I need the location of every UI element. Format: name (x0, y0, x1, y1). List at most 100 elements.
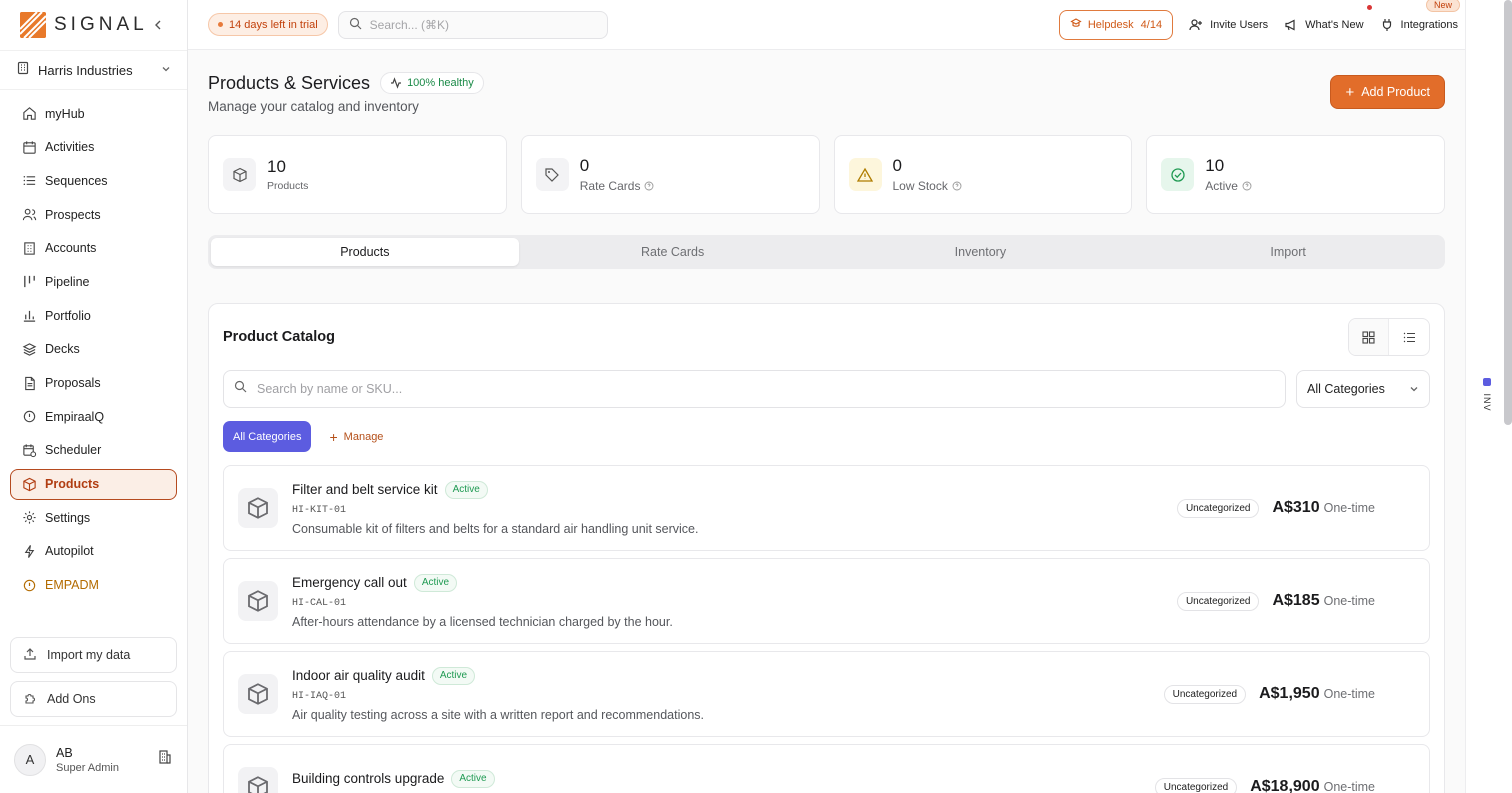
sidebar-item-scheduler[interactable]: Scheduler (10, 435, 177, 466)
grid-view-icon[interactable] (1349, 319, 1389, 355)
product-description: After-hours attendance by a licensed tec… (292, 614, 673, 629)
sidebar-item-portfolio[interactable]: Portfolio (10, 300, 177, 331)
sidebar-item-label: EmpiraalQ (45, 409, 105, 424)
page-heading: Products & Services 100% healthy Manage … (208, 72, 484, 114)
product-search[interactable] (223, 370, 1286, 408)
sidebar-item-label: Activities (45, 140, 95, 155)
package-icon (238, 674, 278, 714)
tab-rate-cards[interactable]: Rate Cards (519, 238, 827, 266)
whats-new-button[interactable]: What's New (1284, 4, 1372, 32)
category-badge: Uncategorized (1176, 498, 1260, 518)
integrations-button[interactable]: New Integrations (1380, 0, 1460, 32)
helpdesk-button[interactable]: Helpdesk 4/14 (1058, 9, 1174, 40)
page-content: Products & Services 100% healthy Manage … (188, 50, 1465, 793)
product-sku: HI-CAL-01 (292, 597, 347, 609)
sidebar-item-activities[interactable]: Activities (10, 132, 177, 163)
list-view-icon[interactable] (1389, 319, 1429, 355)
add-ons-button[interactable]: Add Ons (10, 681, 177, 717)
product-name: Indoor air quality audit (292, 668, 425, 683)
pipeline-icon (21, 274, 37, 290)
sidebar-item-products[interactable]: Products (10, 468, 177, 500)
sidebar-item-autopilot[interactable]: Autopilot (10, 536, 177, 567)
package-icon (238, 767, 278, 793)
sidebar-item-sequences[interactable]: Sequences (10, 165, 177, 196)
add-product-button[interactable]: + Add Product (1330, 75, 1445, 109)
product-row[interactable]: Emergency call out Active HI-CAL-01 After-h… (223, 558, 1430, 644)
org-name: Harris Industries (38, 62, 133, 78)
user-profile[interactable]: A AB Super Admin (0, 725, 187, 793)
product-row[interactable]: Indoor air quality audit Active HI-IAQ-01 A… (223, 651, 1430, 737)
home-icon (21, 106, 37, 122)
stat-label: Rate Cards (579, 179, 641, 193)
manage-categories-button[interactable]: + Manage (329, 430, 383, 444)
sidebar-nav: myHub Activities Sequences Prospects Account… (0, 90, 187, 637)
product-price: A$185 (1272, 592, 1320, 609)
import-data-button[interactable]: Import my data (10, 637, 177, 673)
sidebar-item-label: Products (45, 477, 100, 492)
trial-badge[interactable]: 14 days left in trial (208, 13, 328, 36)
product-row[interactable]: Building controls upgradeActiveHI-BMS-01… (223, 744, 1430, 793)
building-icon (21, 240, 37, 256)
stat-label-row: Rate Cards (580, 179, 655, 193)
sidebar-item-empadm[interactable]: EMPADM (10, 570, 177, 601)
tab-import[interactable]: Import (1134, 238, 1442, 266)
sidebar-item-pipeline[interactable]: Pipeline (10, 266, 177, 297)
stat-products: 10 Products (208, 135, 507, 214)
sidebar-item-prospects[interactable]: Prospects (10, 199, 177, 230)
sidebar-item-proposals[interactable]: Proposals (10, 368, 177, 399)
topbar: 14 days left in trial Helpdesk 4/14 (188, 0, 1512, 50)
sidebar-item-label: Scheduler (45, 443, 102, 458)
chip-all-categories[interactable]: All Categories (223, 421, 312, 452)
sidebar-item-accounts[interactable]: Accounts (10, 233, 177, 264)
sidebar-item-settings[interactable]: Settings (10, 502, 177, 533)
product-search-input[interactable] (257, 382, 1157, 396)
product-info: Indoor air quality audit Active HI-IAQ-01 A… (292, 666, 704, 722)
workspace-icon[interactable] (157, 749, 173, 770)
inventory-side-tab[interactable]: INV (1480, 378, 1492, 412)
chat-icon (21, 409, 37, 425)
plus-icon: + (329, 428, 338, 445)
tab-products[interactable]: Products (211, 238, 519, 266)
sidebar-item-label: Proposals (45, 376, 101, 390)
category-badge: Uncategorized (1163, 684, 1247, 704)
product-info: Filter and belt service kit Active HI-KIT-… (292, 480, 698, 536)
signal-logo-icon (20, 12, 46, 38)
status-badge: Active (451, 769, 495, 788)
user-role: Super Admin (56, 761, 119, 774)
help-circle-icon[interactable] (644, 181, 654, 191)
sidebar-item-label: Accounts (45, 241, 97, 256)
stat-value: 10 (1205, 156, 1225, 175)
product-row[interactable]: Filter and belt service kit Active HI-KIT-… (223, 465, 1430, 551)
sidebar-item-label: Portfolio (45, 308, 91, 323)
stat-label: Products (267, 180, 309, 192)
sidebar-item-decks[interactable]: Decks (10, 334, 177, 365)
sidebar-item-myhub[interactable]: myHub (10, 98, 177, 129)
collapse-sidebar-icon[interactable] (149, 16, 167, 34)
trial-dot-icon (218, 22, 223, 27)
helpdesk-label: Helpdesk (1087, 18, 1134, 31)
org-building-icon (16, 61, 30, 80)
tab-inventory[interactable]: Inventory (827, 238, 1135, 266)
sidebar-item-empiraalq[interactable]: EmpiraalQ (10, 401, 177, 432)
global-search[interactable] (337, 10, 608, 39)
megaphone-icon (1284, 18, 1298, 32)
global-search-input[interactable] (369, 17, 590, 32)
sidebar-item-label: Autopilot (45, 544, 94, 559)
add-product-label: Add Product (1361, 85, 1430, 99)
page-title: Products & Services (208, 72, 371, 93)
help-circle-icon[interactable] (952, 181, 962, 191)
health-badge: 100% healthy (380, 72, 484, 94)
stat-active: 10 Active (1146, 135, 1445, 214)
scrollbar[interactable] (1504, 0, 1512, 425)
helpdesk-icon (1070, 17, 1082, 32)
sidebar: SIGNAL Harris Industries myHub Activities… (0, 0, 188, 793)
invite-users-button[interactable]: Invite Users (1189, 18, 1268, 32)
org-switcher[interactable]: Harris Industries (0, 50, 187, 90)
stat-label: Active (1205, 179, 1238, 193)
billing-frequency: One-time (1323, 501, 1375, 515)
users-icon (21, 207, 37, 223)
import-data-label: Import my data (47, 648, 131, 662)
category-select[interactable]: All Categories (1296, 370, 1430, 408)
stat-body: 10 Products (267, 157, 308, 192)
help-circle-icon[interactable] (1242, 181, 1252, 191)
